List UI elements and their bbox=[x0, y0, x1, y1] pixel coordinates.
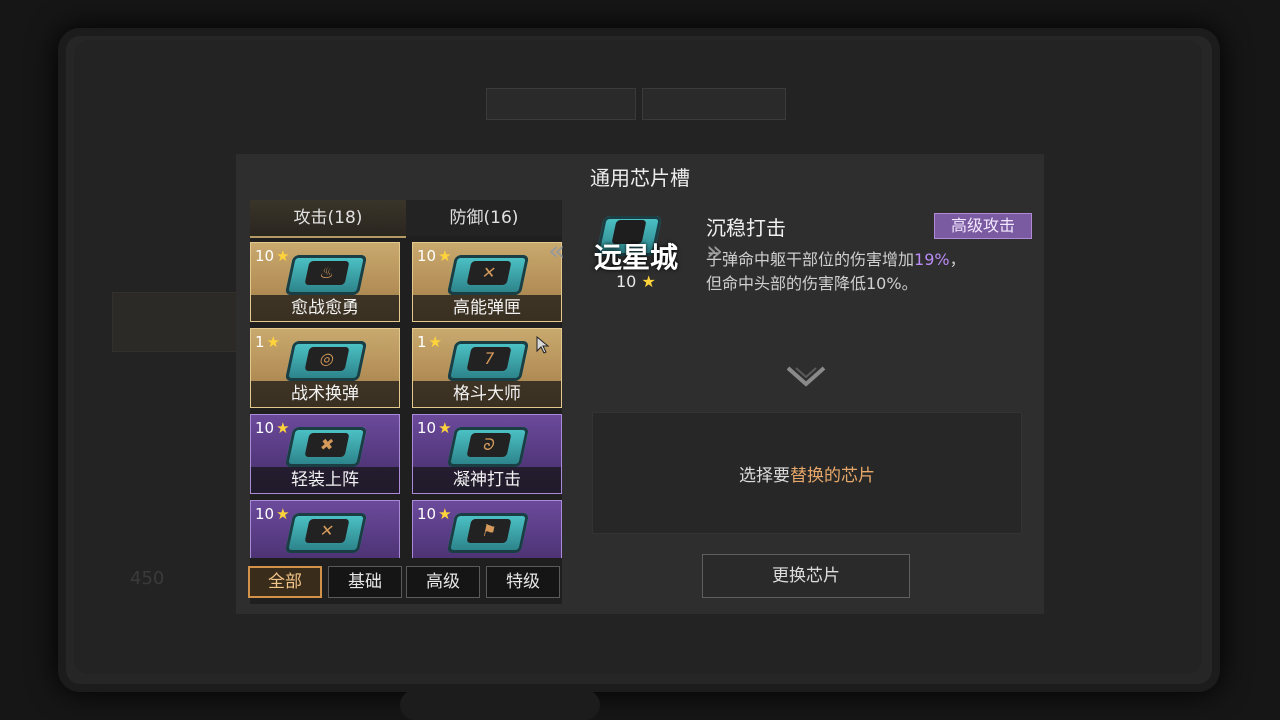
chip-emblem-icon: ♨ bbox=[304, 261, 350, 285]
chip-level: 10 ★ bbox=[417, 505, 452, 523]
filter-basic-button[interactable]: 基础 bbox=[328, 566, 402, 598]
star-icon: ★ bbox=[276, 247, 290, 265]
background-slot bbox=[112, 292, 244, 352]
chip-level: 10 ★ bbox=[417, 247, 452, 265]
chip-card[interactable]: 10 ★ ᘐ 凝神打击 bbox=[412, 414, 562, 494]
chevron-left-icon: « bbox=[548, 234, 565, 267]
location-indicator: « 远星城 » bbox=[548, 234, 738, 274]
chevron-right-icon: » bbox=[706, 234, 723, 267]
location-name: 远星城 bbox=[594, 241, 679, 274]
chip-card[interactable]: 10 ★ ✖ 轻装上阵 bbox=[250, 414, 400, 494]
filter-special-button[interactable]: 特级 bbox=[486, 566, 560, 598]
chip-emblem-icon: 7 bbox=[466, 347, 512, 371]
chip-name: 战术换弹 bbox=[251, 381, 399, 407]
star-icon: ★ bbox=[428, 333, 442, 351]
chip-grid: 10 ★ ♨ 愈战愈勇 10 ★ ✕ 高能弹匣 1 ★ ◎ 战术换弹 1 ★ 7… bbox=[250, 242, 562, 558]
chip-card[interactable]: 10 ★ ✕ bbox=[250, 500, 400, 558]
chip-emblem-icon: ◎ bbox=[304, 347, 350, 371]
chip-level: 1 ★ bbox=[417, 333, 442, 351]
chip-level: 10 ★ bbox=[255, 247, 290, 265]
filter-all-button[interactable]: 全部 bbox=[248, 566, 322, 598]
cursor-icon bbox=[536, 336, 550, 354]
star-icon: ★ bbox=[276, 505, 290, 523]
replace-prompt: 选择要替换的芯片 bbox=[739, 466, 875, 486]
chip-card[interactable]: 1 ★ ◎ 战术换弹 bbox=[250, 328, 400, 408]
chip-level: 10 ★ bbox=[255, 419, 290, 437]
chip-name: 轻装上阵 bbox=[251, 467, 399, 493]
chip-emblem-icon: ᘐ bbox=[466, 433, 512, 457]
chip-type-badge: 高级攻击 bbox=[934, 213, 1032, 239]
chip-level: 1 ★ bbox=[255, 333, 280, 351]
chip-name: 愈战愈勇 bbox=[251, 295, 399, 321]
replace-target-slot[interactable]: 选择要替换的芯片 bbox=[592, 412, 1022, 534]
chip-description: 子弹命中躯干部位的伤害增加19%， 但命中头部的伤害降低10%。 bbox=[706, 250, 966, 293]
dialog-title: 通用芯片槽 bbox=[590, 166, 690, 190]
filter-bar: 全部 基础 高级 特级 bbox=[248, 566, 560, 600]
star-icon: ★ bbox=[438, 419, 452, 437]
chip-emblem-icon: ✖ bbox=[304, 433, 350, 457]
star-icon: ★ bbox=[438, 247, 452, 265]
background-number: 450 bbox=[130, 568, 165, 589]
tab-attack[interactable]: 攻击(18) bbox=[250, 200, 406, 238]
chip-level: 10 ★ bbox=[255, 505, 290, 523]
chip-emblem-icon: ⚑ bbox=[466, 519, 512, 543]
replace-chip-button[interactable]: 更换芯片 bbox=[702, 554, 910, 598]
filter-advanced-button[interactable]: 高级 bbox=[406, 566, 480, 598]
chip-card[interactable]: 10 ★ ♨ 愈战愈勇 bbox=[250, 242, 400, 322]
chevron-down-icon bbox=[786, 366, 826, 387]
star-icon: ★ bbox=[266, 333, 280, 351]
background-tab-2 bbox=[642, 88, 786, 120]
chip-card[interactable]: 10 ★ ⚑ bbox=[412, 500, 562, 558]
chip-card[interactable]: 10 ★ ✕ 高能弹匣 bbox=[412, 242, 562, 322]
chip-list-panel: 攻击(18) 防御(16) 10 ★ ♨ 愈战愈勇 10 ★ ✕ 高能弹匣 1 ★ ◎… bbox=[250, 200, 562, 604]
star-icon: ★ bbox=[438, 505, 452, 523]
chip-name: 凝神打击 bbox=[413, 467, 561, 493]
chip-slot-dialog: 通用芯片槽 攻击(18) 防御(16) 10 ★ ♨ 愈战愈勇 10 ★ ✕ 高能弹… bbox=[236, 154, 1044, 614]
star-icon: ★ bbox=[276, 419, 290, 437]
chip-level: 10 ★ bbox=[417, 419, 452, 437]
chip-emblem-icon: ✕ bbox=[304, 519, 350, 543]
background-tab-1 bbox=[486, 88, 636, 120]
background-shade bbox=[400, 690, 600, 720]
chip-name: 格斗大师 bbox=[413, 381, 561, 407]
tab-defense[interactable]: 防御(16) bbox=[406, 200, 562, 236]
chip-emblem-icon: ✕ bbox=[466, 261, 512, 285]
chip-name: 高能弹匣 bbox=[413, 295, 561, 321]
